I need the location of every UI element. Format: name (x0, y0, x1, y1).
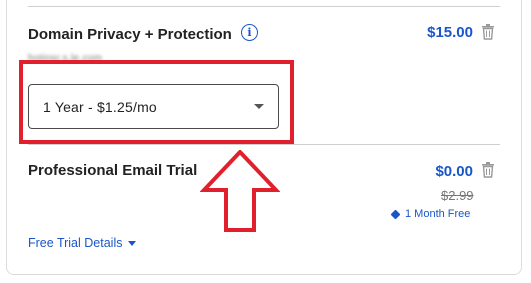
chevron-down-icon (128, 240, 137, 246)
free-trial-details-link[interactable]: Free Trial Details (28, 236, 137, 250)
trash-icon[interactable] (481, 24, 495, 40)
annotation-highlight-box (19, 60, 294, 144)
info-icon[interactable]: i (241, 24, 258, 41)
divider (28, 144, 500, 145)
promo-label: 1 Month Free (405, 208, 471, 220)
item-price: $15.00 (427, 24, 473, 41)
free-trial-details-label: Free Trial Details (28, 236, 123, 250)
divider (28, 6, 500, 7)
up-arrow-icon (200, 150, 280, 232)
item-title: Domain Privacy + Protection (28, 26, 232, 43)
promo-badge: 1 Month Free (390, 208, 471, 220)
item-title: Professional Email Trial (28, 162, 198, 179)
tag-icon (390, 209, 401, 219)
trash-icon[interactable] (481, 162, 495, 178)
original-price: $2.99 (441, 188, 474, 203)
item-price: $0.00 (435, 163, 473, 180)
